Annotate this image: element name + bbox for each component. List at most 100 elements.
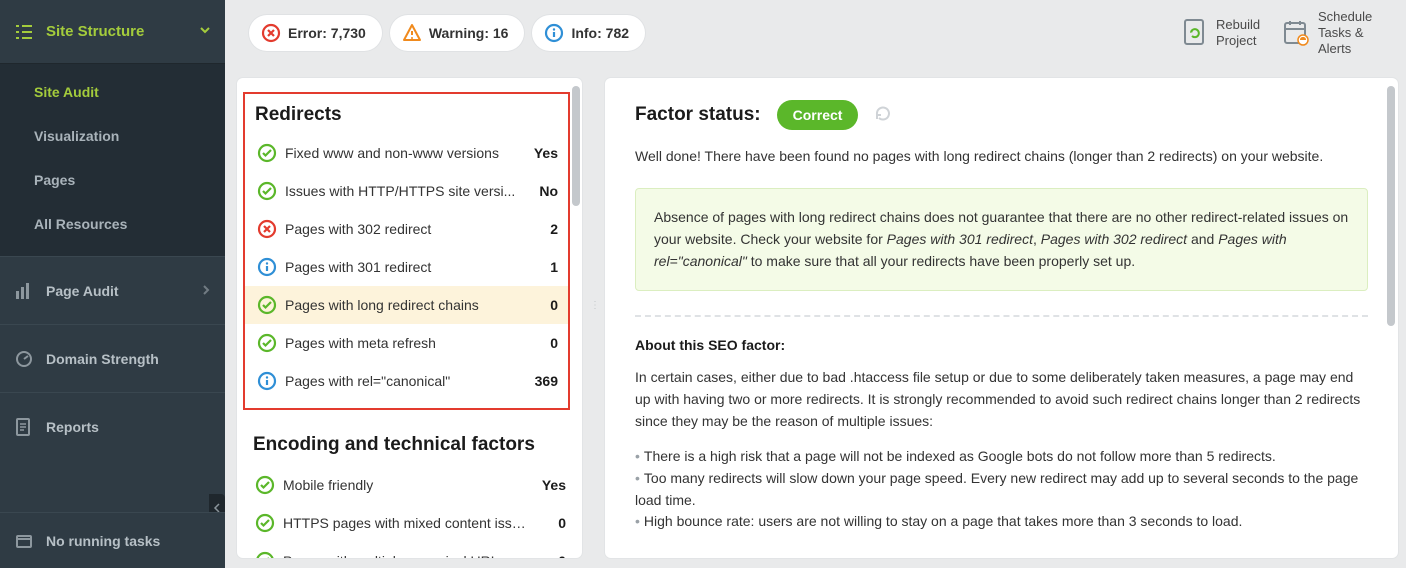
info-icon: [544, 23, 564, 43]
pill-error-label: Error:: [288, 25, 327, 41]
about-bullet: Too many redirects will slow down your p…: [635, 468, 1368, 511]
pill-info-value: 782: [606, 25, 629, 41]
encoding-row[interactable]: Pages with multiple canonical URLs0: [237, 542, 582, 558]
schedule-tasks-button[interactable]: Schedule Tasks & Alerts: [1282, 9, 1386, 58]
redirects-row[interactable]: Pages with 301 redirect1: [245, 248, 568, 286]
sidebar-item-page-audit[interactable]: Page Audit: [0, 256, 225, 324]
rebuild-project-label: Rebuild Project: [1216, 17, 1272, 50]
pill-warning[interactable]: Warning: 16: [390, 15, 525, 51]
factor-label: Pages with 301 redirect: [279, 259, 528, 275]
factors-scrollbar[interactable]: [572, 86, 580, 206]
status-ok-icon: [253, 475, 277, 495]
redirects-row[interactable]: Pages with rel="canonical"369: [245, 362, 568, 400]
sidebar-item-site-audit[interactable]: Site Audit: [0, 70, 225, 114]
sidebar: Site Structure Site Audit Visualization …: [0, 0, 225, 568]
about-paragraph: In certain cases, either due to bad .hta…: [635, 367, 1368, 432]
note-em: Pages with 301 redirect: [887, 231, 1033, 247]
factor-label: Pages with multiple canonical URLs: [277, 553, 536, 558]
redirects-row[interactable]: Pages with long redirect chains0: [245, 286, 568, 324]
factor-label: Pages with 302 redirect: [279, 221, 528, 237]
calendar-alert-icon: [1282, 18, 1310, 48]
sidebar-item-label: Reports: [46, 419, 99, 435]
factor-label: Mobile friendly: [277, 477, 536, 493]
pill-info[interactable]: Info: 782: [532, 15, 645, 51]
status-ok-icon: [255, 181, 279, 201]
status-ok-icon: [255, 333, 279, 353]
factor-value: 369: [528, 373, 558, 389]
pill-warning-label: Warning:: [429, 25, 489, 41]
note-text: and: [1187, 231, 1218, 247]
factor-note: Absence of pages with long redirect chai…: [635, 188, 1368, 291]
factor-value: 2: [528, 221, 558, 237]
sidebar-sublist: Site Audit Visualization Pages All Resou…: [0, 64, 225, 256]
pill-info-label: Info:: [571, 25, 601, 41]
chevron-right-icon: [201, 284, 211, 298]
document-icon: [14, 418, 34, 436]
warning-icon: [402, 23, 422, 43]
about-heading: About this SEO factor:: [635, 337, 1368, 353]
pill-error[interactable]: Error: 7,730: [249, 15, 382, 51]
topbar-actions: Rebuild Project Schedule Tasks & Alerts: [1182, 9, 1406, 58]
factor-label: Issues with HTTP/HTTPS site versi...: [279, 183, 528, 199]
factor-value: Yes: [536, 477, 566, 493]
factor-value: 1: [528, 259, 558, 275]
rebuild-project-button[interactable]: Rebuild Project: [1182, 17, 1272, 50]
factor-label: Pages with rel="canonical": [279, 373, 528, 389]
factor-status-label: Factor status:: [635, 104, 761, 126]
redirects-title: Redirects: [245, 100, 568, 134]
note-text: to make sure that all your redirects hav…: [747, 253, 1135, 269]
chevron-down-icon: [199, 23, 211, 40]
gauge-icon: [14, 350, 34, 368]
error-icon: [261, 23, 281, 43]
factor-value: Yes: [528, 145, 558, 161]
factor-status-badge: Correct: [777, 100, 859, 130]
status-info-icon: [255, 371, 279, 391]
factor-label: HTTPS pages with mixed content issu...: [277, 515, 536, 531]
pill-error-value: 7,730: [331, 25, 366, 41]
encoding-section: Encoding and technical factors Mobile fr…: [237, 426, 582, 558]
encoding-row[interactable]: Mobile friendlyYes: [237, 466, 582, 504]
bar-chart-icon: [14, 283, 34, 299]
sidebar-item-pages[interactable]: Pages: [0, 158, 225, 202]
topbar: Error: 7,730 Warning: 16 Info: 782 Rebui…: [225, 0, 1406, 66]
detail-scrollbar[interactable]: [1387, 86, 1395, 326]
rebuild-icon: [1182, 18, 1208, 48]
refresh-icon[interactable]: [874, 105, 892, 126]
detail-panel: Factor status: Correct Well done! There …: [605, 78, 1398, 558]
separator: [635, 315, 1368, 317]
factor-value: 0: [528, 297, 558, 313]
note-em: Pages with 302 redirect: [1041, 231, 1187, 247]
sidebar-header-site-structure[interactable]: Site Structure: [0, 0, 225, 64]
pill-warning-value: 16: [493, 25, 509, 41]
factor-value: 0: [528, 335, 558, 351]
redirects-row[interactable]: Pages with 302 redirect2: [245, 210, 568, 248]
redirects-row[interactable]: Pages with meta refresh0: [245, 324, 568, 362]
sidebar-item-label: Page Audit: [46, 283, 119, 299]
encoding-row[interactable]: HTTPS pages with mixed content issu...0: [237, 504, 582, 542]
sidebar-footer-label: No running tasks: [46, 533, 160, 549]
factor-value: No: [528, 183, 558, 199]
about-bullet: There is a high risk that a page will no…: [635, 446, 1368, 468]
sidebar-item-all-resources[interactable]: All Resources: [0, 202, 225, 246]
factor-label: Pages with long redirect chains: [279, 297, 528, 313]
sidebar-header-label: Site Structure: [46, 23, 144, 40]
status-err-icon: [255, 219, 279, 239]
note-text: ,: [1033, 231, 1041, 247]
factor-label: Fixed www and non-www versions: [279, 145, 528, 161]
factor-value: 0: [536, 553, 566, 558]
tasks-icon: [14, 533, 34, 549]
schedule-tasks-label: Schedule Tasks & Alerts: [1318, 9, 1386, 58]
status-ok-icon: [255, 295, 279, 315]
sidebar-footer-tasks[interactable]: No running tasks: [0, 512, 225, 568]
redirects-row[interactable]: Issues with HTTP/HTTPS site versi...No: [245, 172, 568, 210]
redirects-section: Redirects Fixed www and non-www versions…: [243, 92, 570, 410]
sidebar-item-domain-strength[interactable]: Domain Strength: [0, 324, 225, 392]
sidebar-item-visualization[interactable]: Visualization: [0, 114, 225, 158]
sidebar-item-label: Domain Strength: [46, 351, 159, 367]
factor-summary: Well done! There have been found no page…: [635, 146, 1368, 166]
status-ok-icon: [255, 143, 279, 163]
factor-value: 0: [536, 515, 566, 531]
redirects-row[interactable]: Fixed www and non-www versionsYes: [245, 134, 568, 172]
about-bullet: High bounce rate: users are not willing …: [635, 511, 1368, 533]
sidebar-item-reports[interactable]: Reports: [0, 392, 225, 460]
